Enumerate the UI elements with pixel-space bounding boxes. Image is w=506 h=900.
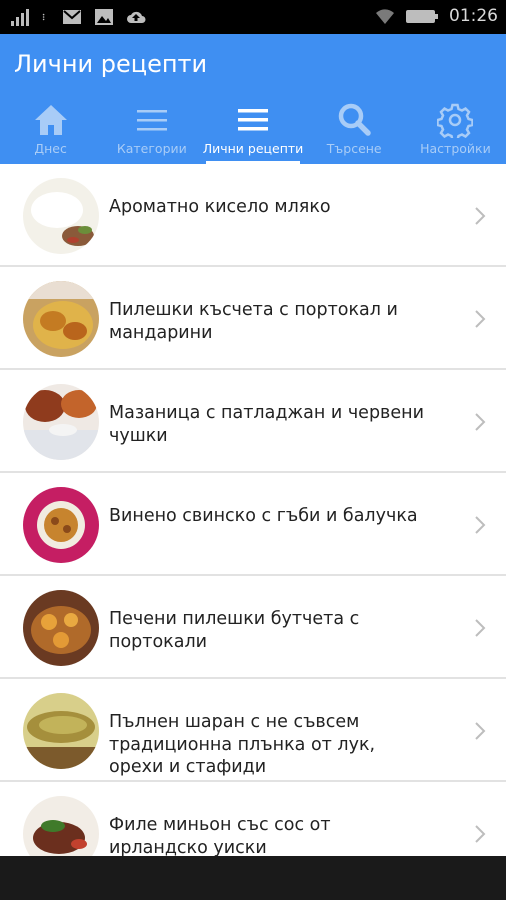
stuffed-carp-thumbnail xyxy=(23,693,99,769)
image-icon xyxy=(95,9,113,25)
signal-icon xyxy=(11,9,29,26)
tab-search[interactable]: Търсене xyxy=(304,98,405,164)
list-item[interactable]: Филе миньон със сос от ирландско уиски xyxy=(0,782,506,856)
recipe-title: Ароматно кисело мляко xyxy=(109,197,331,217)
more-vert-icon xyxy=(42,13,45,21)
pork-mushroom-thumbnail xyxy=(23,487,99,563)
menu-icon xyxy=(238,109,268,131)
filet-mignon-thumbnail xyxy=(23,796,99,856)
chevron-right-icon xyxy=(475,516,486,534)
tab-label: Търсене xyxy=(326,141,382,156)
recipe-title: Пилешки късчета с портокал и мандарини xyxy=(109,300,398,343)
recipe-title: Мазаница с патладжан и червени чушки xyxy=(109,403,424,446)
roast-chicken-thumbnail xyxy=(23,590,99,666)
gmail-icon xyxy=(63,10,81,24)
search-icon xyxy=(338,103,371,136)
chevron-right-icon xyxy=(475,825,486,843)
tab-categories[interactable]: Категории xyxy=(101,98,202,164)
tab-bar: Днес Категории Лични рецепти Търсене Нас… xyxy=(0,98,506,164)
cloud-upload-icon xyxy=(127,11,146,23)
home-icon xyxy=(34,105,67,135)
tab-label: Лични рецепти xyxy=(202,141,304,156)
chevron-right-icon xyxy=(475,310,486,328)
list-item[interactable]: Ароматно кисело мляко xyxy=(0,164,506,267)
recipe-title: Винено свинско с гъби и балучка xyxy=(109,506,418,526)
chevron-right-icon xyxy=(475,413,486,431)
tab-today[interactable]: Днес xyxy=(0,98,101,164)
system-navigation-bar xyxy=(0,856,506,900)
chicken-orange-thumbnail xyxy=(23,281,99,357)
chevron-right-icon xyxy=(475,722,486,740)
wifi-icon xyxy=(376,9,394,24)
gear-icon xyxy=(437,103,474,138)
tab-settings[interactable]: Настройки xyxy=(405,98,506,164)
recipe-list: Ароматно кисело мляко Пилешки късчета с … xyxy=(0,164,506,856)
list-icon xyxy=(136,110,167,131)
tab-label: Настройки xyxy=(420,141,491,156)
chevron-right-icon xyxy=(475,207,486,225)
eggplant-pepper-thumbnail xyxy=(23,384,99,460)
app-bar: Лични рецепти Днес Категории Лични рецеп… xyxy=(0,34,506,164)
recipe-title: Пълнен шаран с не съвсем традиционна плъ… xyxy=(109,712,376,777)
tab-personal-recipes[interactable]: Лични рецепти xyxy=(202,98,303,164)
list-item[interactable]: Печени пилешки бутчета с портокали xyxy=(0,576,506,679)
list-item[interactable]: Пилешки късчета с портокал и мандарини xyxy=(0,267,506,370)
tab-label: Днес xyxy=(34,141,67,156)
status-bar: 01:26 xyxy=(0,0,506,34)
list-item[interactable]: Мазаница с патладжан и червени чушки xyxy=(0,370,506,473)
status-clock: 01:26 xyxy=(449,6,498,26)
list-item[interactable]: Винено свинско с гъби и балучка xyxy=(0,473,506,576)
recipe-title: Печени пилешки бутчета с портокали xyxy=(109,609,360,652)
yogurt-thumbnail xyxy=(23,178,99,254)
battery-icon xyxy=(406,10,438,23)
chevron-right-icon xyxy=(475,619,486,637)
page-title: Лични рецепти xyxy=(14,50,208,78)
list-item[interactable]: Пълнен шаран с не съвсем традиционна плъ… xyxy=(0,679,506,782)
tab-label: Категории xyxy=(116,141,187,156)
recipe-title: Филе миньон със сос от ирландско уиски xyxy=(109,815,331,856)
